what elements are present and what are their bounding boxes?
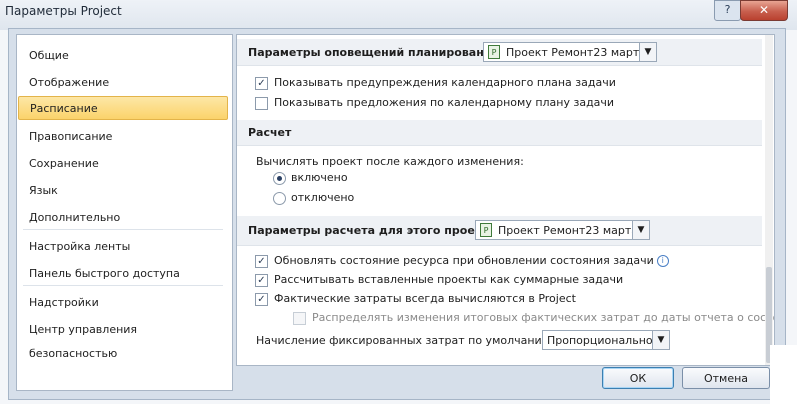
sidebar-item-language[interactable]: Язык xyxy=(18,179,228,203)
show-suggestions-label: Показывать предложения по календарному п… xyxy=(274,96,615,109)
sidebar-separator xyxy=(23,285,223,286)
section-project-calc-label: Параметры расчета для этого проекта: xyxy=(248,224,501,237)
project-icon: P xyxy=(480,223,492,237)
show-suggestions-checkbox[interactable] xyxy=(255,97,268,110)
ok-button[interactable]: ОК xyxy=(602,367,674,389)
calc-project-value: Проект Ремонт23 марта xyxy=(498,224,638,237)
distribute-costs-label: Распределять изменения итоговых фактичес… xyxy=(312,311,775,324)
sidebar-item-add-ins[interactable]: Надстройки xyxy=(18,291,228,315)
sidebar-item-general[interactable]: Общие xyxy=(18,44,228,68)
project-icon: P xyxy=(488,45,500,59)
calc-prompt: Вычислять проект после каждого изменения… xyxy=(256,155,524,168)
fixed-cost-dropdown[interactable]: Пропорционально ▼ xyxy=(542,330,670,350)
calc-off-radio[interactable] xyxy=(273,192,286,205)
section-calculation-label: Расчет xyxy=(248,126,292,139)
update-resource-label: Обновлять состояние ресурса при обновлен… xyxy=(274,254,669,267)
show-warnings-label: Показывать предупреждения календарного п… xyxy=(274,76,616,89)
chevron-down-icon[interactable]: ▼ xyxy=(632,221,649,239)
calc-project-dropdown[interactable]: P Проект Ремонт23 марта ▼ xyxy=(475,220,650,240)
show-warnings-checkbox[interactable]: ✓ xyxy=(255,77,268,90)
title-bar: Параметры Project ? ✕ xyxy=(0,0,797,28)
actual-costs-label: Фактические затраты всегда вычисляются в… xyxy=(274,292,576,305)
help-button[interactable]: ? xyxy=(714,0,741,21)
sidebar-separator xyxy=(23,229,223,230)
actual-costs-checkbox[interactable]: ✓ xyxy=(255,293,268,306)
distribute-costs-checkbox xyxy=(293,312,306,325)
calc-on-label: включено xyxy=(291,171,348,184)
alerts-project-dropdown[interactable]: P Проект Ремонт23 марта ▼ xyxy=(483,42,657,62)
vertical-scrollbar[interactable] xyxy=(765,35,773,365)
sidebar-item-advanced[interactable]: Дополнительно xyxy=(18,206,228,230)
alerts-project-value: Проект Ремонт23 марта xyxy=(506,46,646,59)
close-button[interactable]: ✕ xyxy=(740,0,788,21)
background-edge xyxy=(770,345,797,404)
section-alerts: Параметры оповещений планирования: P Про… xyxy=(237,39,762,66)
options-dialog: Общие Отображение Расписание Правописани… xyxy=(8,28,786,400)
sidebar-item-save[interactable]: Сохранение xyxy=(18,152,228,176)
update-resource-checkbox[interactable]: ✓ xyxy=(255,255,268,268)
chevron-down-icon[interactable]: ▼ xyxy=(639,43,656,61)
sidebar-item-customize-ribbon[interactable]: Настройка ленты xyxy=(18,235,228,259)
sidebar-item-schedule[interactable]: Расписание xyxy=(18,96,228,120)
window-title: Параметры Project xyxy=(5,4,122,18)
chevron-down-icon[interactable]: ▼ xyxy=(652,331,669,349)
section-project-calc: Параметры расчета для этого проекта: P П… xyxy=(237,216,762,246)
inserted-summary-checkbox[interactable]: ✓ xyxy=(255,274,268,287)
sidebar-item-trust-center[interactable]: Центр управления безопасностью xyxy=(18,318,228,360)
fixed-cost-label: Начисление фиксированных затрат по умолч… xyxy=(256,334,555,347)
settings-panel: Параметры оповещений планирования: P Про… xyxy=(236,34,775,366)
section-alerts-label: Параметры оповещений планирования: xyxy=(248,46,503,59)
info-icon[interactable]: i xyxy=(656,255,669,267)
sidebar: Общие Отображение Расписание Правописани… xyxy=(16,34,233,391)
sidebar-item-quick-access-toolbar[interactable]: Панель быстрого доступа xyxy=(18,262,228,286)
inserted-summary-label: Рассчитывать вставленные проекты как сум… xyxy=(274,273,624,286)
sidebar-item-display[interactable]: Отображение xyxy=(18,71,228,95)
calc-off-label: отключено xyxy=(291,191,355,204)
sidebar-item-proofing[interactable]: Правописание xyxy=(18,125,228,149)
radio-dot xyxy=(277,176,282,181)
fixed-cost-value: Пропорционально xyxy=(547,334,653,347)
section-calculation: Расчет xyxy=(237,120,762,146)
update-resource-text: Обновлять состояние ресурса при обновлен… xyxy=(274,254,654,267)
cancel-button[interactable]: Отмена xyxy=(682,367,770,389)
calc-on-radio[interactable] xyxy=(273,172,286,185)
